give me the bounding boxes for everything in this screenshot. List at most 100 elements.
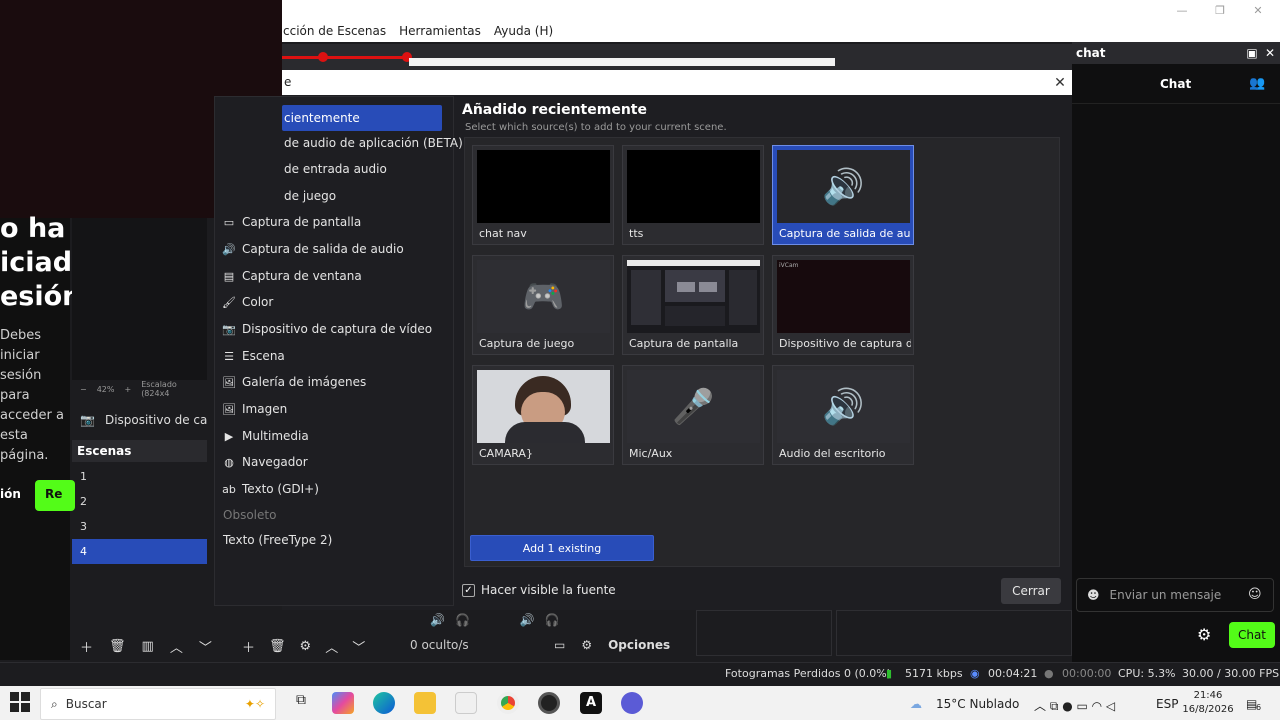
source-type-color[interactable]: 🖌 Color: [214, 289, 454, 315]
add-existing-button[interactable]: Add 1 existing: [470, 535, 654, 561]
taskbar-search[interactable]: ⌕ Buscar ✦✧: [40, 688, 276, 720]
speaker-icon[interactable]: 🔊: [520, 613, 535, 627]
menu-scene-collection[interactable]: cción de Escenas: [283, 24, 386, 38]
page-heading-line: esión: [0, 281, 82, 312]
source-card[interactable]: 🎮 Captura de juego: [472, 255, 614, 355]
scene-item[interactable]: 1: [72, 464, 207, 489]
source-type-label: Texto (GDI+): [242, 482, 319, 496]
visible-source-option[interactable]: ✓ Hacer visible la fuente: [462, 583, 616, 597]
close-button[interactable]: Cerrar: [1001, 578, 1061, 604]
speaker-icon[interactable]: 🔊: [430, 613, 445, 627]
scene-item[interactable]: 2: [72, 489, 207, 514]
source-card[interactable]: chat nav: [472, 145, 614, 245]
gear-icon[interactable]: ⚙: [1197, 625, 1211, 644]
close-icon[interactable]: ✕: [1048, 70, 1072, 95]
move-down-icon[interactable]: ﹀: [352, 637, 365, 656]
register-button[interactable]: Re: [35, 480, 75, 511]
close-icon[interactable]: ✕: [1262, 44, 1278, 62]
scene-item[interactable]: 3: [72, 514, 207, 539]
card-thumbnail: [477, 150, 610, 223]
card-thumbnail: [627, 150, 760, 223]
source-type-scene[interactable]: ☰ Escena: [214, 343, 454, 369]
source-type-text-gdi[interactable]: ab Texto (GDI+): [214, 476, 454, 502]
users-icon[interactable]: 👥: [1249, 76, 1265, 91]
page-paragraph-line: acceder a: [0, 408, 64, 423]
taskbar-clock[interactable]: 21:46 16/8/2026: [1180, 689, 1236, 717]
zoom-in-button[interactable]: +: [124, 385, 131, 394]
source-item-label: Dispositivo de captur: [104, 413, 207, 427]
emoji-icon[interactable]: ☺: [1248, 587, 1262, 602]
source-item[interactable]: 📷 Dispositivo de captur: [72, 408, 207, 432]
speaker-icon: 🔊: [777, 150, 910, 223]
scene-item-selected[interactable]: 4: [72, 539, 207, 564]
zoom-bar: − 42% + Escalado (824x4: [72, 380, 207, 398]
move-up-icon[interactable]: ︿: [170, 637, 183, 656]
source-type-audio-input[interactable]: de entrada audio: [282, 156, 452, 182]
file-explorer-icon[interactable]: [414, 692, 436, 714]
chat-app-icon[interactable]: [621, 692, 643, 714]
close-window-icon[interactable]: ✕: [1238, 0, 1278, 20]
source-type-display-capture[interactable]: ▭ Captura de pantalla: [214, 209, 454, 235]
headphones-icon[interactable]: 🎧: [455, 613, 470, 627]
source-type-text-freetype[interactable]: Texto (FreeType 2): [214, 527, 454, 553]
input-language[interactable]: ESP: [1156, 697, 1178, 711]
source-type-browser[interactable]: ◍ Navegador: [214, 449, 454, 475]
source-type-video-capture[interactable]: 📷 Dispositivo de captura de vídeo: [214, 316, 454, 342]
gear-icon[interactable]: ⚙: [300, 639, 312, 654]
chat-message-input[interactable]: ☻ Enviar un mensaje: [1076, 578, 1274, 612]
source-card[interactable]: tts: [622, 145, 764, 245]
menu-tools[interactable]: Herramientas: [399, 24, 481, 38]
source-card[interactable]: CAMARA}: [472, 365, 614, 465]
source-type-recent[interactable]: cientemente: [282, 105, 442, 131]
source-type-app-audio[interactable]: de audio de aplicación (BETA): [282, 130, 463, 156]
trash-icon[interactable]: 🗑: [269, 639, 286, 654]
menu-help[interactable]: Ayuda (H): [494, 24, 553, 38]
login-link[interactable]: ión: [0, 487, 21, 501]
source-card[interactable]: Captura de pantalla: [622, 255, 764, 355]
obs-icon[interactable]: [538, 692, 560, 714]
card-label: Mic/Aux: [629, 447, 673, 460]
layout-icon[interactable]: ▭: [554, 638, 565, 652]
source-type-image-slideshow[interactable]: 🖼 Galería de imágenes: [214, 369, 454, 395]
add-scene-icon[interactable]: ＋: [80, 637, 93, 656]
visible-checkbox[interactable]: ✓: [462, 583, 475, 597]
chrome-icon[interactable]: [497, 692, 519, 714]
source-type-game-capture[interactable]: de juego: [282, 183, 452, 209]
task-view-icon[interactable]: ⧉: [290, 692, 312, 714]
source-card-selected[interactable]: 🔊 Captura de salida de audio: [772, 145, 914, 245]
source-card[interactable]: 🔊 Audio del escritorio: [772, 365, 914, 465]
visible-checkbox-label: Hacer visible la fuente: [481, 583, 616, 597]
move-down-icon[interactable]: ﹀: [199, 637, 212, 656]
gear-icon[interactable]: ⚙: [581, 638, 592, 652]
copilot-icon[interactable]: [332, 692, 354, 714]
preview-handle[interactable]: [318, 52, 328, 62]
source-card[interactable]: iVCam Dispositivo de captura de: [772, 255, 914, 355]
float-icon[interactable]: ▣: [1244, 44, 1260, 62]
app-a-icon[interactable]: A: [580, 692, 602, 714]
scenes-toolbar: ＋ 🗑 ▥ ︿ ﹀: [72, 632, 212, 660]
maximize-icon[interactable]: ❐: [1200, 0, 1240, 20]
source-type-label: Dispositivo de captura de vídeo: [242, 322, 433, 336]
chat-send-button[interactable]: Chat: [1229, 622, 1275, 648]
headphones-icon[interactable]: 🎧: [545, 613, 560, 627]
options-button[interactable]: Opciones: [608, 638, 670, 652]
chat-badge-icon[interactable]: ☻: [1087, 588, 1100, 602]
minimize-icon[interactable]: —: [1162, 0, 1202, 20]
source-card[interactable]: 🎤 Mic/Aux: [622, 365, 764, 465]
move-up-icon[interactable]: ︿: [325, 637, 338, 656]
store-icon[interactable]: [455, 692, 477, 714]
filter-icon[interactable]: ▥: [142, 639, 154, 654]
source-type-audio-output[interactable]: 🔊 Captura de salida de audio: [214, 236, 454, 262]
card-label: chat nav: [479, 227, 527, 240]
trash-icon[interactable]: 🗑: [109, 639, 126, 654]
windows-start-icon[interactable]: [10, 692, 30, 712]
tray-icons[interactable]: ︿ ⧉ ● ▭ ◠ ◁: [1034, 697, 1115, 714]
edge-icon[interactable]: [373, 692, 395, 714]
add-source-icon[interactable]: ＋: [242, 637, 255, 656]
source-type-media[interactable]: ▶ Multimedia: [214, 423, 454, 449]
source-type-window-capture[interactable]: ▤ Captura de ventana: [214, 263, 454, 289]
source-type-image[interactable]: 🖼 Imagen: [214, 396, 454, 422]
search-icon: ⌕: [51, 696, 58, 711]
preview-selection-line: [282, 56, 409, 59]
zoom-out-button[interactable]: −: [80, 385, 87, 394]
